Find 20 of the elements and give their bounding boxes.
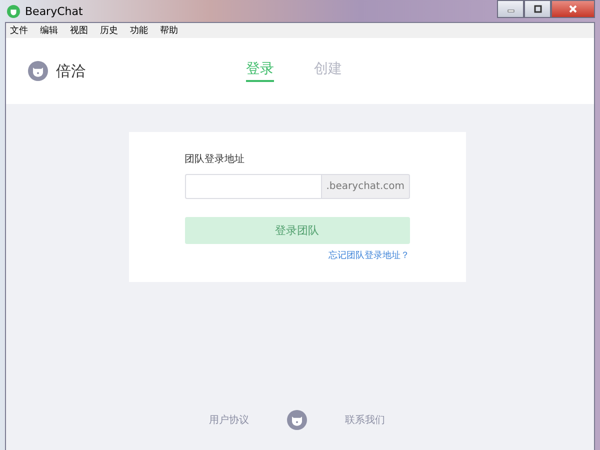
window-title: BearyChat <box>25 4 83 18</box>
app-icon <box>7 4 20 18</box>
maximize-icon <box>532 4 542 14</box>
forgot-address-link[interactable]: 忘记团队登录地址？ <box>328 249 410 262</box>
close-icon <box>568 4 578 14</box>
close-button[interactable] <box>551 0 595 18</box>
menu-item[interactable]: 历史 <box>100 24 118 37</box>
minimize-button[interactable] <box>497 0 524 18</box>
field-label: 团队登录地址 <box>184 152 246 166</box>
team-address-field[interactable] <box>184 174 322 199</box>
brand-name: 倍洽 <box>56 62 86 80</box>
menu-item[interactable]: 编辑 <box>40 24 58 37</box>
menu-item[interactable]: 文件 <box>10 24 28 37</box>
menu-item[interactable]: 功能 <box>130 24 148 37</box>
menu-item[interactable]: 视图 <box>70 24 88 37</box>
bear-logo-icon <box>28 61 48 81</box>
maximize-button[interactable] <box>524 0 551 18</box>
bear-logo-icon <box>287 410 307 430</box>
domain-suffix: .bearychat.com <box>322 174 410 199</box>
menu-item[interactable]: 帮助 <box>160 24 178 37</box>
